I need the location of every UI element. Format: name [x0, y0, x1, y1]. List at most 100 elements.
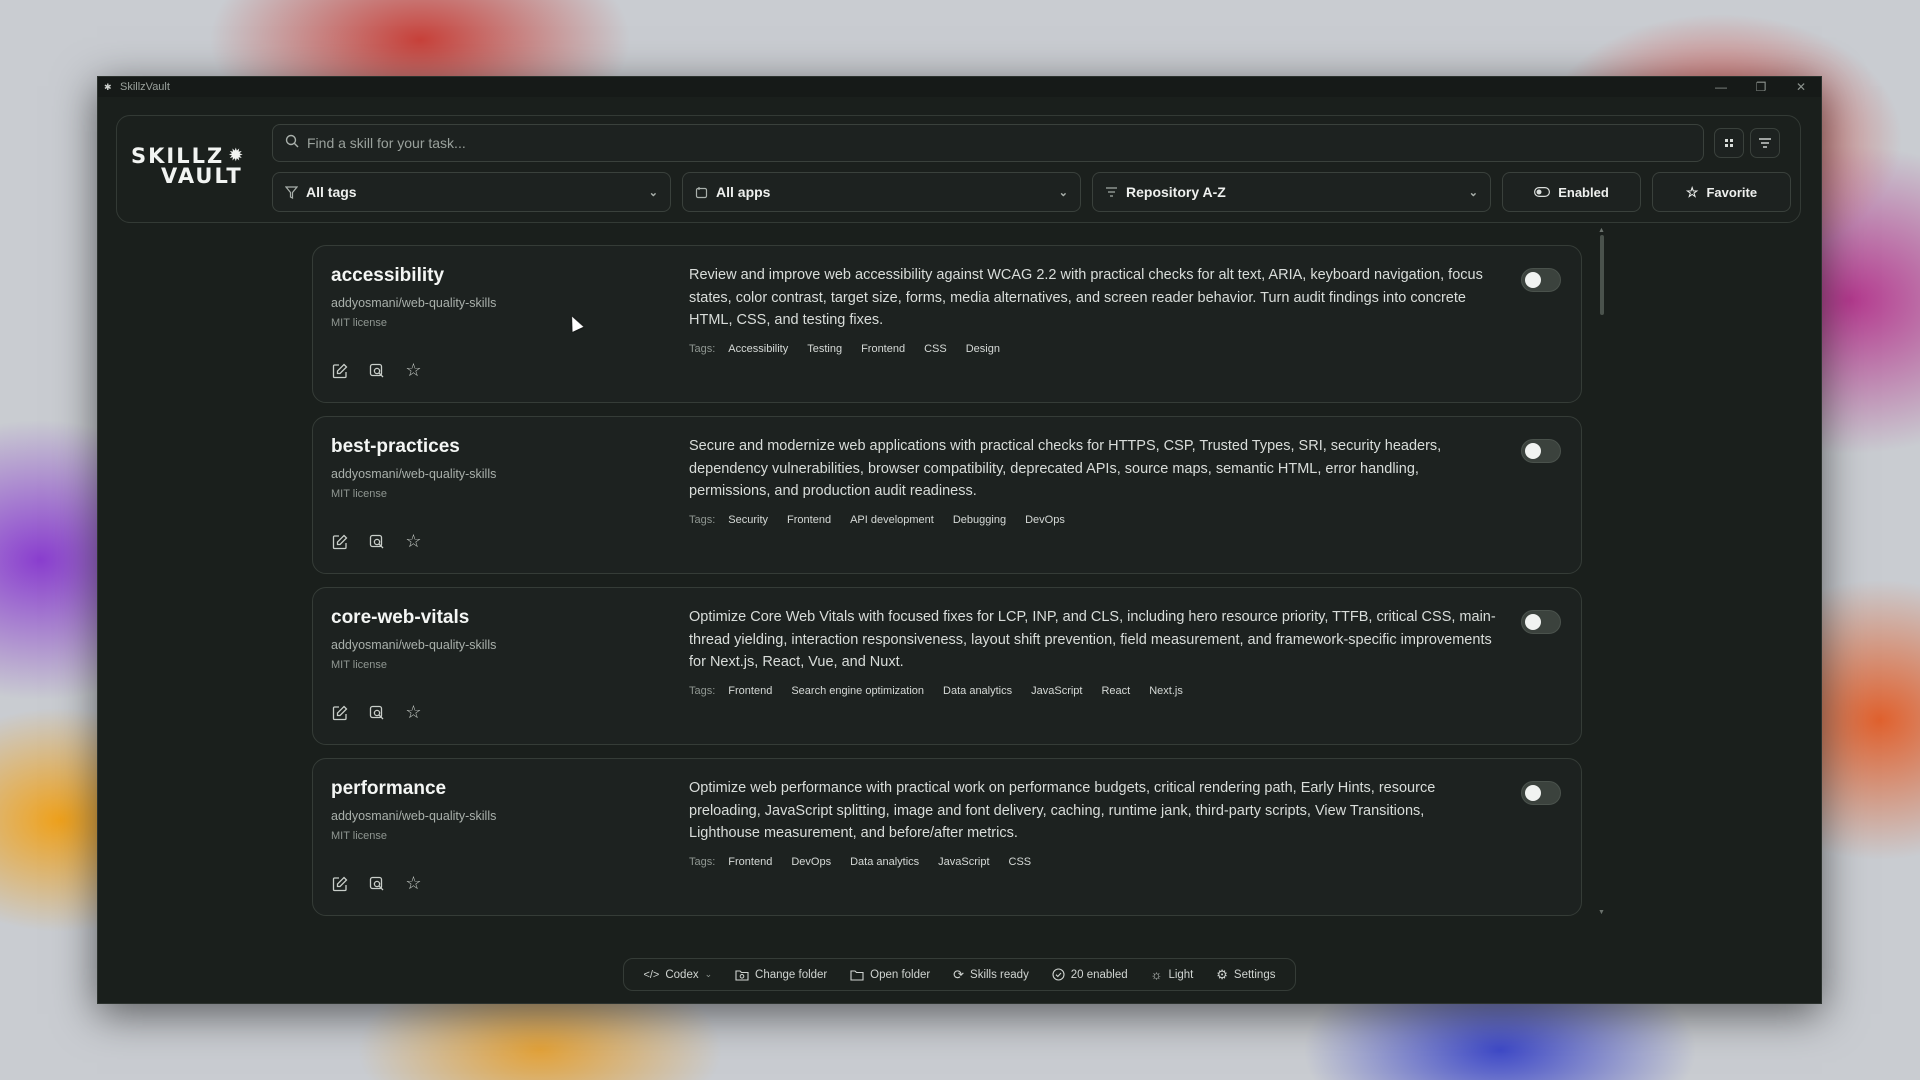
favorite-filter-button[interactable]: ☆ Favorite — [1652, 172, 1791, 212]
scrollbar[interactable] — [1600, 235, 1604, 917]
sort-select[interactable]: Repository A-Z ⌄ — [1092, 172, 1491, 212]
chevron-down-icon: ⌄ — [648, 186, 658, 199]
logo: SKILLZ ✹ VAULT — [131, 146, 243, 190]
skill-name: core-web-vitals — [331, 607, 470, 628]
skill-tags: Tags: Security Frontend API development … — [689, 514, 1065, 526]
tag[interactable]: Design — [966, 343, 1000, 355]
tag[interactable]: JavaScript — [1031, 685, 1082, 697]
tag[interactable]: Security — [728, 514, 768, 526]
skill-repo: addyosmani/web-quality-skills — [331, 467, 497, 481]
search-input[interactable] — [307, 135, 1703, 151]
search-icon — [285, 134, 299, 153]
filter-menu-button[interactable] — [1750, 128, 1780, 158]
preview-icon[interactable] — [366, 360, 387, 381]
header-panel: SKILLZ✹ VAULT All tags ⌄ All apps ⌄ — [116, 115, 1801, 223]
app-icon: ✱ — [104, 82, 112, 92]
skill-repo: addyosmani/web-quality-skills — [331, 809, 497, 823]
enabled-filter-button[interactable]: Enabled — [1502, 172, 1641, 212]
skill-actions: ☆ — [329, 702, 424, 723]
open-folder-label: Open folder — [870, 968, 931, 981]
scrollbar-thumb[interactable] — [1600, 235, 1604, 315]
star-icon[interactable]: ☆ — [403, 702, 424, 723]
tag[interactable]: Debugging — [953, 514, 1006, 526]
skill-card: best-practices addyosmani/web-quality-sk… — [312, 416, 1582, 574]
window-title: SkillzVault — [120, 81, 170, 93]
skills-refresh-button[interactable]: ⟳ Skills ready — [953, 967, 1029, 983]
toggle-icon — [1534, 187, 1551, 197]
folder-sync-icon — [735, 969, 749, 981]
agent-label: Codex — [665, 968, 699, 981]
tags-label: Tags: — [689, 514, 716, 526]
tag[interactable]: React — [1101, 685, 1130, 697]
preview-icon[interactable] — [366, 873, 387, 894]
apps-select[interactable]: All apps ⌄ — [682, 172, 1081, 212]
tag[interactable]: DevOps — [1025, 514, 1065, 526]
sort-icon — [1106, 187, 1117, 197]
tag[interactable]: JavaScript — [938, 856, 989, 868]
check-circle-icon — [1052, 968, 1065, 981]
sort-select-value: Repository A-Z — [1126, 184, 1226, 200]
logo-gear-icon: ✹ — [228, 145, 246, 166]
tag[interactable]: Data analytics — [850, 856, 919, 868]
tag[interactable]: API development — [850, 514, 934, 526]
agent-select[interactable]: </> Codex ⌄ — [643, 969, 712, 981]
skill-actions: ☆ — [329, 873, 424, 894]
tag[interactable]: CSS — [924, 343, 947, 355]
preview-icon[interactable] — [366, 531, 387, 552]
tag[interactable]: CSS — [1009, 856, 1032, 868]
edit-icon[interactable] — [329, 360, 350, 381]
scroll-up-arrow[interactable]: ▲ — [1598, 227, 1605, 234]
skill-name: best-practices — [331, 436, 460, 457]
skill-license: MIT license — [331, 488, 388, 500]
status-bar: </> Codex ⌄ Change folder Open folder ⟳ … — [623, 958, 1296, 991]
edit-icon[interactable] — [329, 702, 350, 723]
skill-name: performance — [331, 778, 447, 799]
sun-icon: ☼ — [1150, 967, 1163, 982]
tag[interactable]: Accessibility — [728, 343, 788, 355]
filter-lines-icon — [1759, 138, 1771, 148]
tag[interactable]: Testing — [807, 343, 842, 355]
tag[interactable]: Frontend — [861, 343, 905, 355]
tag[interactable]: Data analytics — [943, 685, 1012, 697]
skills-list[interactable]: accessibility addyosmani/web-quality-ski… — [98, 227, 1823, 917]
code-icon: </> — [643, 968, 660, 981]
star-icon[interactable]: ☆ — [403, 873, 424, 894]
change-folder-button[interactable]: Change folder — [735, 969, 827, 981]
settings-button[interactable]: ⚙ Settings — [1216, 967, 1275, 983]
grid-view-button[interactable] — [1714, 128, 1744, 158]
grid-icon — [1725, 139, 1733, 147]
preview-icon[interactable] — [366, 702, 387, 723]
skill-enable-toggle[interactable] — [1521, 781, 1561, 805]
tag[interactable]: Next.js — [1149, 685, 1183, 697]
minimize-button[interactable]: — — [1701, 77, 1741, 97]
tag[interactable]: Search engine optimization — [791, 685, 924, 697]
search-box[interactable] — [272, 124, 1704, 162]
skill-license: MIT license — [331, 317, 388, 329]
skill-enable-toggle[interactable] — [1521, 268, 1561, 292]
tag[interactable]: Frontend — [728, 856, 772, 868]
star-icon[interactable]: ☆ — [403, 360, 424, 381]
tag[interactable]: DevOps — [791, 856, 831, 868]
star-icon[interactable]: ☆ — [403, 531, 424, 552]
skill-enable-toggle[interactable] — [1521, 439, 1561, 463]
window-controls: — ❐ ✕ — [1701, 77, 1821, 97]
skill-description: Optimize web performance with practical … — [689, 780, 1436, 841]
close-button[interactable]: ✕ — [1781, 77, 1821, 97]
tag[interactable]: Frontend — [787, 514, 831, 526]
tags-select[interactable]: All tags ⌄ — [272, 172, 671, 212]
skill-repo: addyosmani/web-quality-skills — [331, 296, 497, 310]
skill-description: Secure and modernize web applications wi… — [689, 438, 1442, 499]
skill-enable-toggle[interactable] — [1521, 610, 1561, 634]
edit-icon[interactable] — [329, 531, 350, 552]
skill-name: accessibility — [331, 265, 445, 286]
skill-card: accessibility addyosmani/web-quality-ski… — [312, 245, 1582, 403]
tags-label: Tags: — [689, 685, 716, 697]
refresh-icon: ⟳ — [953, 966, 965, 982]
theme-toggle-button[interactable]: ☼ Light — [1151, 967, 1194, 982]
open-folder-button[interactable]: Open folder — [850, 969, 930, 981]
maximize-button[interactable]: ❐ — [1741, 77, 1781, 97]
scroll-down-arrow[interactable]: ▼ — [1598, 909, 1605, 916]
edit-icon[interactable] — [329, 873, 350, 894]
tag[interactable]: Frontend — [728, 685, 772, 697]
skill-description: Optimize Core Web Vitals with focused fi… — [689, 609, 1496, 670]
